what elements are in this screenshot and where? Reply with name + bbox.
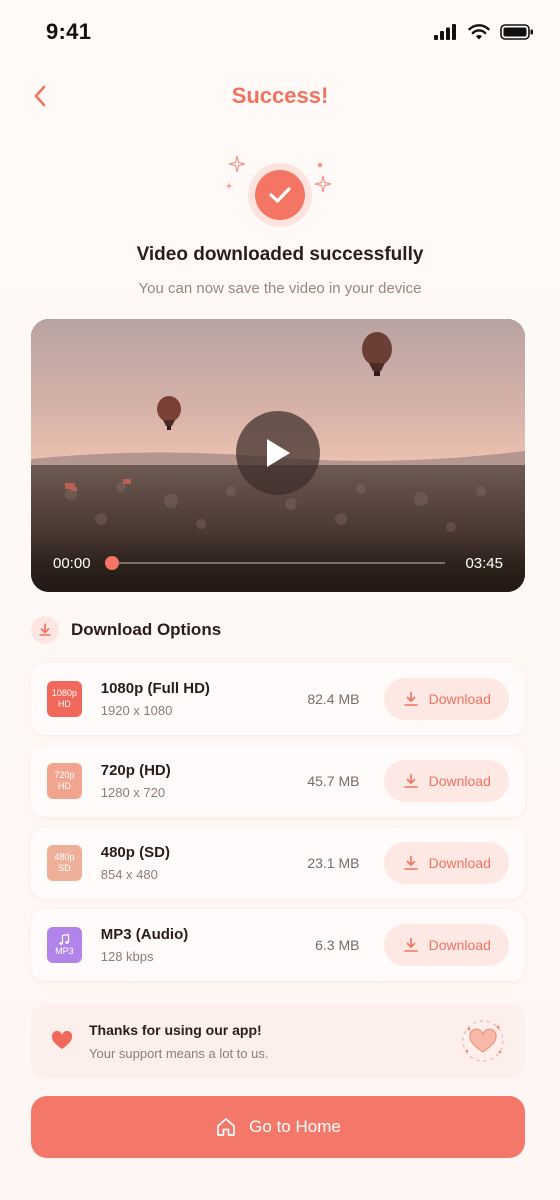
duration: 03:45 [465, 554, 503, 572]
video-controls: 00:00 03:45 [31, 534, 525, 592]
option-card-720p: 720p HD 720p (HD) 1280 x 720 45.7 MB Dow… [31, 745, 525, 817]
progress-thumb[interactable] [104, 556, 119, 570]
download-button-480p[interactable]: Download [384, 842, 509, 884]
download-button-1080p[interactable]: Download [384, 678, 509, 720]
sparkle-icon [315, 176, 331, 192]
chevron-left-icon [34, 85, 46, 107]
download-icon [403, 937, 418, 952]
thanks-subtitle: Your support means a lot to us. [89, 1045, 269, 1061]
option-title: 1080p (Full HD) [100, 680, 210, 697]
sparkle-icon [317, 162, 323, 168]
sparkle-icon [229, 156, 245, 172]
current-time: 00:00 [53, 554, 91, 572]
sparkle-icon [225, 182, 233, 190]
status-time: 9:41 [46, 19, 92, 44]
download-button-mp3[interactable]: Download [384, 924, 509, 966]
go-home-button[interactable]: Go to Home [31, 1096, 525, 1158]
option-resolution: 854 x 480 [100, 867, 158, 882]
quality-badge: 720p HD [47, 763, 82, 799]
thanks-title: Thanks for using our app! [89, 1021, 262, 1038]
option-card-mp3: MP3 MP3 (Audio) 128 kbps 6.3 MB Download [31, 909, 525, 981]
heart-icon [51, 1031, 73, 1049]
option-card-480p: 480p SD 480p (SD) 854 x 480 23.1 MB Down… [31, 827, 525, 899]
download-icon [31, 616, 59, 644]
option-card-1080p: 1080p HD 1080p (Full HD) 1920 x 1080 82.… [31, 663, 525, 735]
check-icon [269, 187, 291, 203]
wifi-icon [468, 24, 490, 40]
option-title: 480p (SD) [100, 844, 170, 861]
back-button[interactable] [24, 80, 56, 112]
screen: 9:41 Success! Video downloaded successfu… [0, 0, 560, 1200]
download-options-title: Download Options [71, 620, 222, 639]
thanks-banner: Thanks for using our app! Your support m… [31, 1004, 525, 1078]
option-size: 23.1 MB [307, 855, 360, 871]
option-size: 45.7 MB [307, 773, 360, 789]
option-size: 6.3 MB [315, 937, 360, 953]
status-bar: 9:41 [0, 0, 560, 64]
option-title: 720p (HD) [100, 762, 171, 779]
download-icon [403, 691, 418, 706]
video-player[interactable]: 00:00 03:45 [31, 319, 525, 592]
option-title: MP3 (Audio) [100, 926, 189, 943]
quality-badge: MP3 [47, 927, 82, 963]
option-size: 82.4 MB [307, 691, 360, 707]
page-title: Success! [231, 83, 329, 108]
option-resolution: 1280 x 720 [100, 785, 166, 800]
home-icon [217, 1118, 236, 1136]
quality-badge: 1080p HD [47, 681, 82, 717]
success-title: Video downloaded successfully [136, 244, 424, 265]
signal-icon [434, 24, 456, 40]
download-button-720p[interactable]: Download [384, 760, 509, 802]
download-icon [403, 773, 418, 788]
success-badge [225, 150, 335, 240]
battery-icon [500, 24, 533, 40]
download-options-header: Download Options [31, 616, 221, 644]
play-button[interactable] [236, 411, 320, 495]
header: Success! [0, 64, 560, 128]
progress-track[interactable] [104, 556, 446, 570]
success-section: Video downloaded successfully You can no… [0, 150, 560, 297]
play-icon [267, 439, 290, 467]
option-resolution: 1920 x 1080 [100, 703, 173, 718]
heart-illustration-icon [462, 1020, 504, 1062]
option-bitrate: 128 kbps [100, 949, 154, 964]
download-icon [403, 855, 418, 870]
quality-badge: 480p SD [47, 845, 82, 881]
music-note-icon [59, 933, 70, 945]
status-icons [434, 24, 534, 40]
success-subtitle: You can now save the video in your devic… [138, 280, 422, 297]
